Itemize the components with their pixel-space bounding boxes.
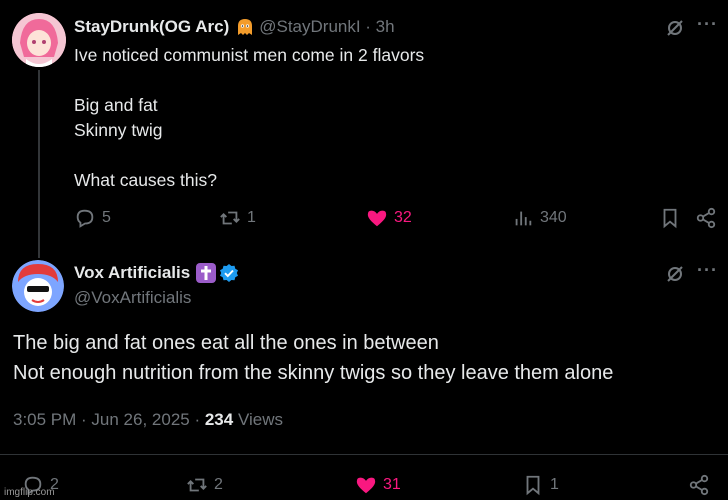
retweet-icon [187,478,207,492]
tweet2-handle[interactable]: @VoxArtificialis [74,288,191,308]
thread-line [38,70,40,258]
ghost-emoji-icon [235,17,255,37]
tweet1-reply-button[interactable]: 5 [74,207,111,229]
reply-icon [76,209,94,228]
tweet2-share-button[interactable] [688,474,710,496]
heart-filled-icon [356,477,376,494]
staydrunk-avatar[interactable] [12,13,66,67]
tweet1-retweet-button[interactable]: 1 [219,207,256,229]
tweet2-timestamp: 3:05 PM · Jun 26, 2025 · 234 Views [13,410,283,430]
tweet1-reply-count: 5 [102,209,111,226]
vox-avatar[interactable] [12,260,64,312]
share-icon [696,207,716,229]
tweet2-views-count: 234 [204,410,234,429]
tweet1-share-button[interactable] [695,207,717,229]
tweet1-display-name[interactable]: StayDrunk(OG Arc) [74,17,229,37]
grok-icon[interactable] [664,263,686,285]
tweet1-line: Skinny twig [74,120,163,140]
grok-icon[interactable] [664,17,686,39]
tweet2-bookmark-button[interactable]: 1 [522,474,559,496]
tweet1-views-button[interactable]: 340 [512,207,567,229]
bookmark-icon [526,475,540,496]
divider [0,454,728,455]
tweet1-line: What causes this? [74,170,217,190]
tweet2-bookmark-count: 1 [550,476,559,493]
cross-emoji-icon [196,263,217,283]
retweet-icon [220,211,240,225]
tweet1-line [74,68,424,93]
tweet1-line [74,143,424,168]
tweet2-time-date[interactable]: 3:05 PM · Jun 26, 2025 · [13,410,205,429]
tweet1-header: StayDrunk(OG Arc) @StayDrunkI · 3h [74,17,395,37]
views-icon [515,211,532,226]
tweet2-header: Vox Artificialis [74,263,239,283]
tweet2-views-label: Views [237,410,283,429]
verified-badge-icon [219,263,239,283]
tweet1-handle-time[interactable]: @StayDrunkI · 3h [259,17,394,37]
tweet2-like-count: 31 [383,476,401,493]
tweet1-bookmark-button[interactable] [659,207,681,229]
more-options-icon[interactable]: ··· [697,14,718,35]
more-options-icon[interactable]: ··· [697,260,718,281]
tweet2-retweet-count: 2 [214,476,223,493]
tweet2-text: The big and fat ones eat all the ones in… [13,328,613,388]
tweet1-retweet-count: 1 [247,209,256,226]
tweet1-text: Ive noticed communist men come in 2 flav… [74,43,424,193]
tweet1-line: Big and fat [74,95,158,115]
tweet1-views-count: 340 [540,209,567,226]
tweet2-line: Not enough nutrition from the skinny twi… [13,362,614,384]
bookmark-icon [663,208,677,229]
watermark: imgflip.com [4,487,55,498]
tweet2-display-name[interactable]: Vox Artificialis [74,263,190,283]
tweet2-like-button[interactable]: 31 [355,474,401,496]
tweet2-retweet-button[interactable]: 2 [186,474,223,496]
tweet1-like-count: 32 [394,209,412,226]
tweet1-like-button[interactable]: 32 [366,207,412,229]
share-icon [689,474,709,496]
heart-filled-icon [367,210,387,227]
tweet2-line: The big and fat ones eat all the ones in… [13,332,439,354]
tweet1-line: Ive noticed communist men come in 2 flav… [74,45,425,65]
